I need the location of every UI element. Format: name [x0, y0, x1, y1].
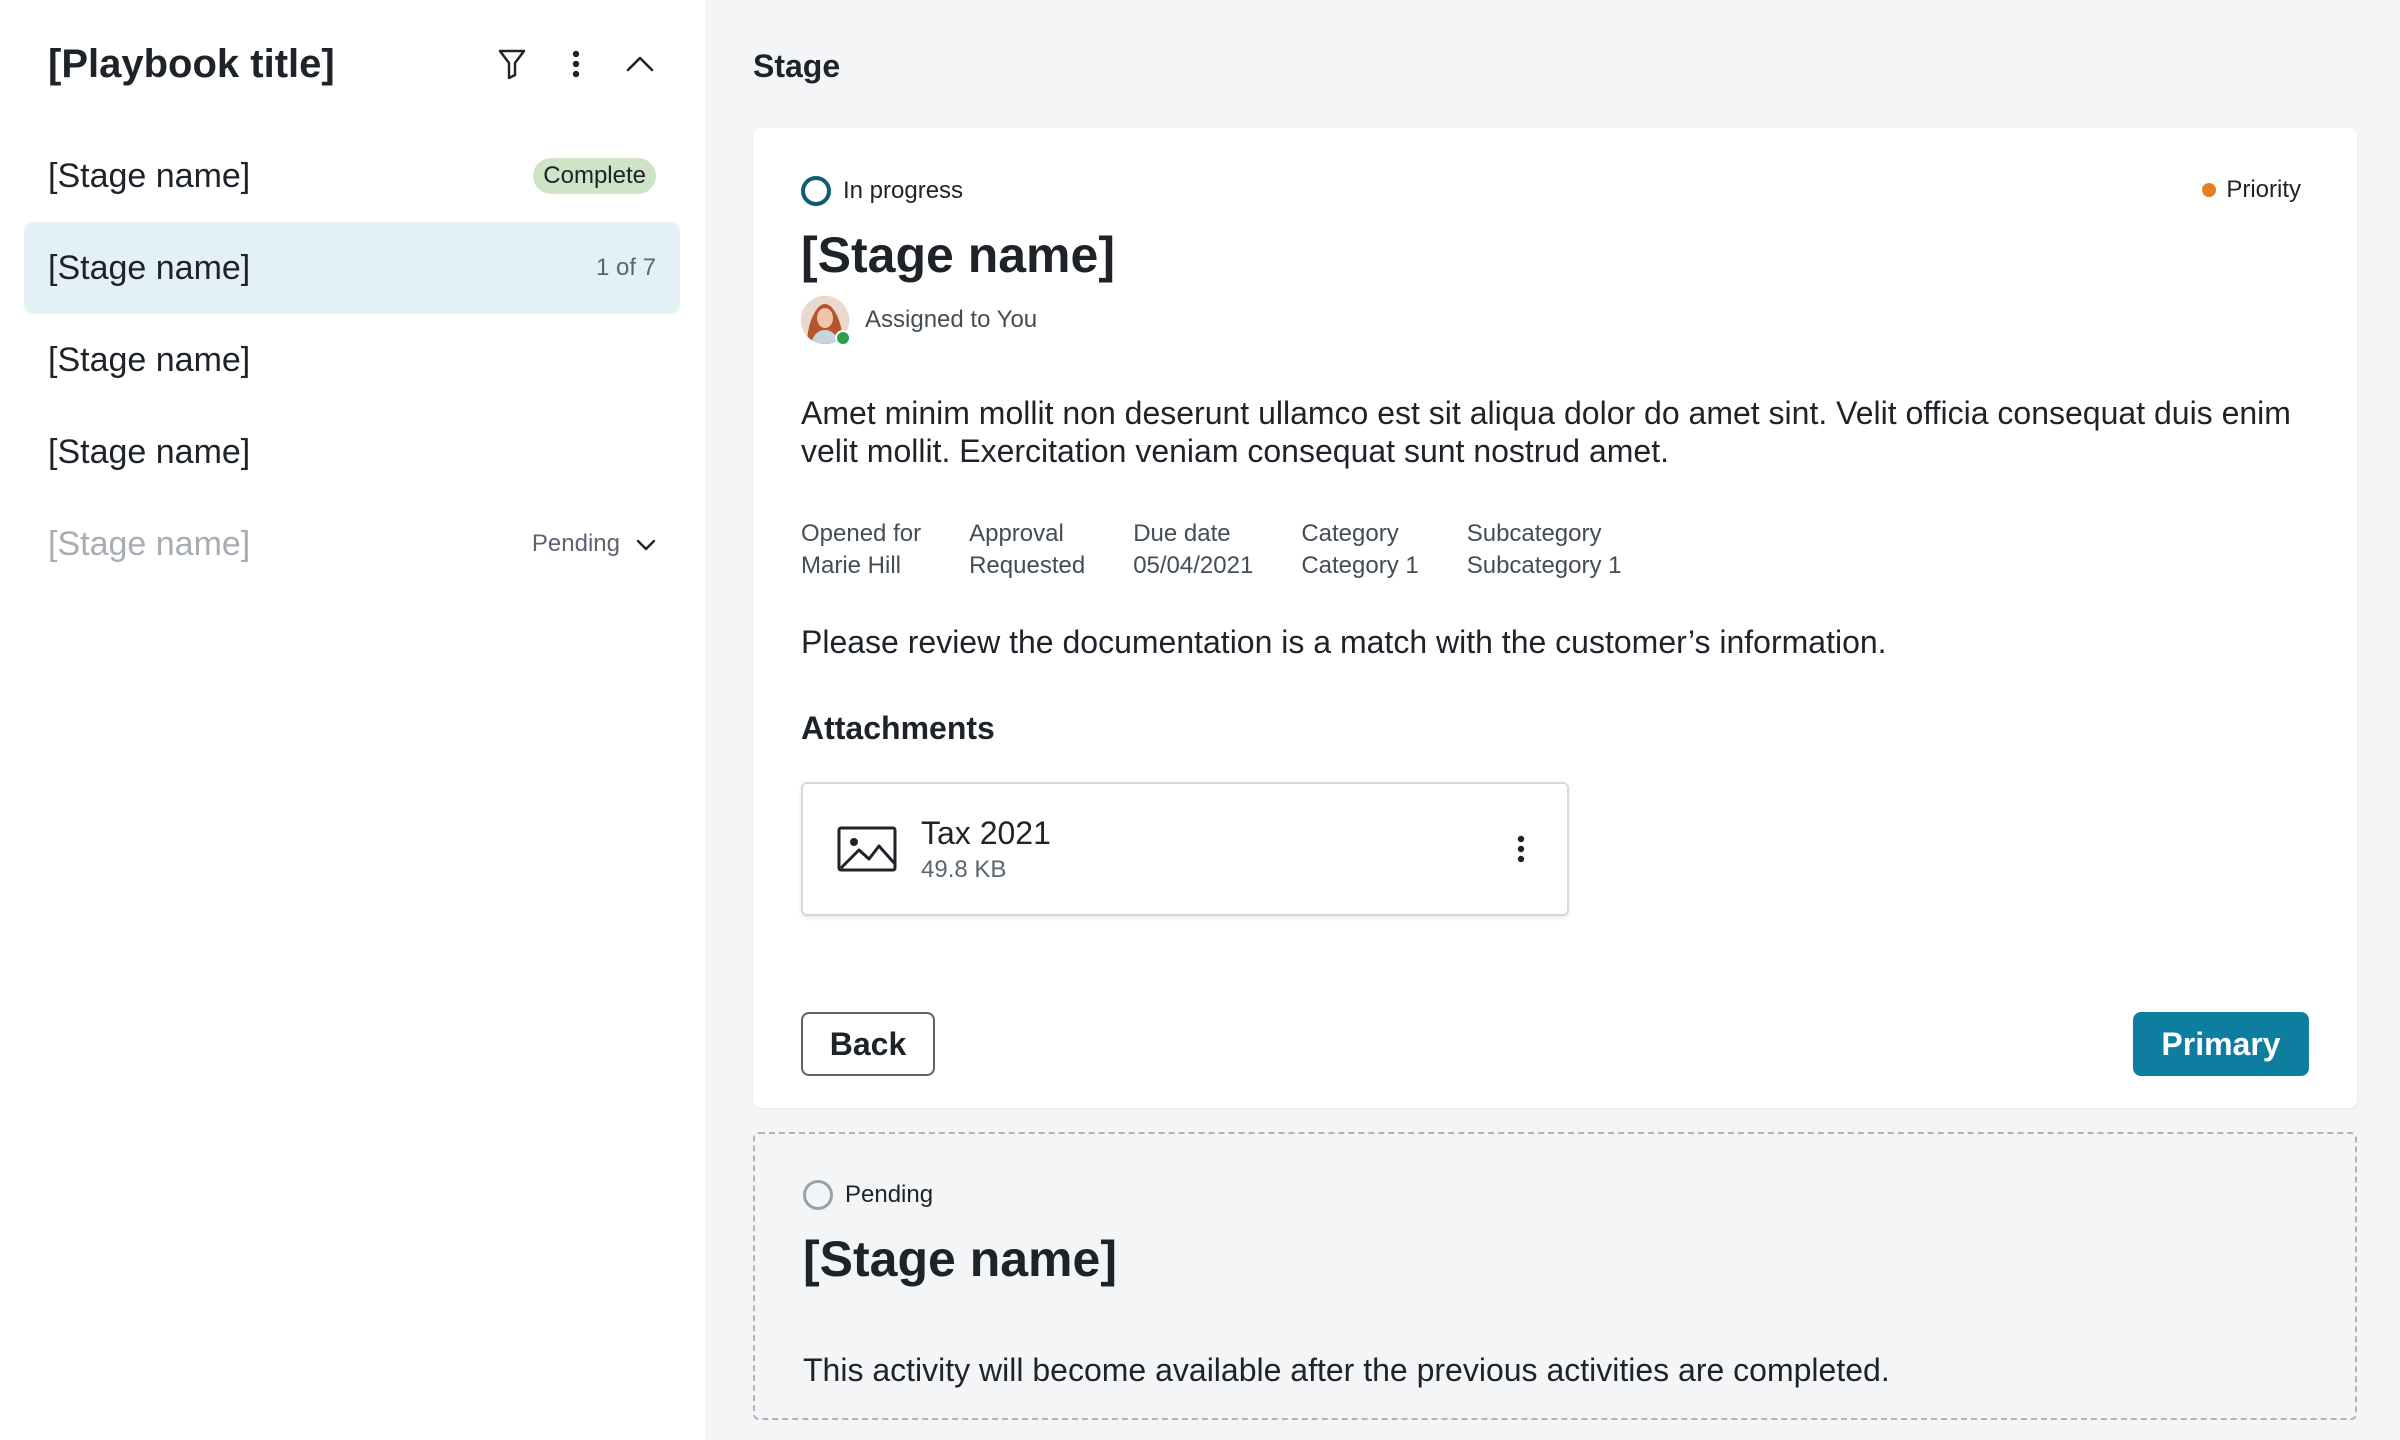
instruction-text: Please review the documentation is a mat… — [801, 624, 1887, 660]
meta-subcategory: Subcategory Subcategory 1 — [1467, 518, 1622, 582]
chevron-up-icon[interactable] — [622, 46, 658, 82]
meta-value: Requested — [969, 552, 1086, 579]
section-title: Stage — [753, 48, 841, 84]
meta-value: Subcategory 1 — [1466, 552, 1622, 579]
meta-due-date: Due date 05/04/2021 — [1133, 518, 1253, 582]
meta-label: Due date — [1133, 520, 1231, 547]
meta-opened-for: Opened for Marie Hill — [801, 518, 921, 582]
meta-approval: Approval Requested — [969, 518, 1085, 582]
stage-list: [Stage name] Complete [Stage name] 1 of … — [24, 130, 680, 590]
status-indicator: In progress — [801, 176, 963, 206]
priority-indicator: Priority — [2202, 176, 2301, 204]
avatar — [801, 296, 851, 346]
priority-label: Priority — [2226, 176, 2301, 203]
meta-label: Subcategory — [1466, 520, 1602, 547]
main-content: Stage In progress Priority [Stage name] … — [705, 0, 2400, 1440]
stage-item-label: [Stage name] — [48, 248, 251, 287]
image-file-icon — [837, 826, 897, 872]
sidebar: [Playbook title] [Stage name] Complete [… — [0, 0, 705, 1440]
filter-icon[interactable] — [494, 46, 530, 82]
stage-item-complete[interactable]: [Stage name] Complete — [24, 130, 680, 222]
stage-title: [Stage name] — [801, 227, 1115, 283]
stage-item-label: [Stage name] — [48, 156, 251, 195]
current-stage-card: In progress Priority [Stage name] Assign… — [753, 128, 2357, 1108]
sidebar-header: [Playbook title] — [48, 38, 658, 90]
priority-dot-icon — [2202, 183, 2217, 197]
back-button[interactable]: Back — [801, 1012, 935, 1076]
pending-status: Pending — [532, 530, 656, 558]
status-indicator: Pending — [803, 1180, 933, 1210]
step-count: 1 of 7 — [595, 254, 656, 281]
stage-title: [Stage name] — [803, 1231, 1117, 1287]
stage-meta: Opened for Marie Hill Approval Requested… — [801, 518, 1622, 582]
status-label: In progress — [843, 177, 964, 204]
stage-item[interactable]: [Stage name] — [24, 314, 680, 406]
meta-category: Category Category 1 — [1301, 518, 1418, 582]
attachment-more-icon[interactable] — [1509, 829, 1533, 869]
stage-item[interactable]: [Stage name] — [24, 406, 680, 498]
online-status-icon — [835, 330, 851, 346]
chevron-down-icon[interactable] — [636, 530, 656, 558]
meta-value: Marie Hill — [801, 552, 902, 579]
meta-value: 05/04/2021 — [1133, 552, 1254, 579]
attachment-card[interactable]: Tax 2021 49.8 KB — [801, 782, 1569, 916]
attachment-size: 49.8 KB — [921, 855, 1007, 883]
stage-description: Amet minim mollit non deserunt ullamco e… — [801, 395, 2291, 469]
stage-item-label: [Stage name] — [48, 524, 251, 563]
primary-button[interactable]: Primary — [2133, 1012, 2309, 1076]
more-vertical-icon[interactable] — [558, 46, 594, 82]
sidebar-tools — [494, 46, 658, 82]
attachments-heading: Attachments — [801, 710, 995, 746]
pending-icon — [803, 1180, 833, 1210]
stage-item-label: [Stage name] — [48, 340, 251, 379]
meta-label: Category — [1301, 520, 1399, 547]
pending-stage-card: Pending [Stage name] This activity will … — [753, 1132, 2357, 1420]
pending-status-label: Pending — [531, 530, 620, 557]
assignee-label: Assigned to You — [865, 306, 1038, 333]
stage-item-pending[interactable]: [Stage name] Pending — [24, 498, 680, 590]
assignee: Assigned to You — [801, 296, 1038, 346]
meta-label: Approval — [969, 520, 1064, 547]
complete-badge: Complete — [533, 158, 656, 194]
attachment-name: Tax 2021 — [921, 814, 1051, 851]
in-progress-icon — [801, 176, 831, 206]
status-label: Pending — [845, 1181, 934, 1208]
pending-note: This activity will become available afte… — [803, 1352, 1890, 1388]
meta-value: Category 1 — [1301, 552, 1419, 579]
meta-label: Opened for — [801, 520, 922, 547]
attachment-info: Tax 2021 49.8 KB — [921, 815, 1509, 884]
stage-item-label: [Stage name] — [48, 432, 251, 471]
playbook-title: [Playbook title] — [48, 41, 335, 86]
stage-item-active[interactable]: [Stage name] 1 of 7 — [24, 222, 680, 314]
